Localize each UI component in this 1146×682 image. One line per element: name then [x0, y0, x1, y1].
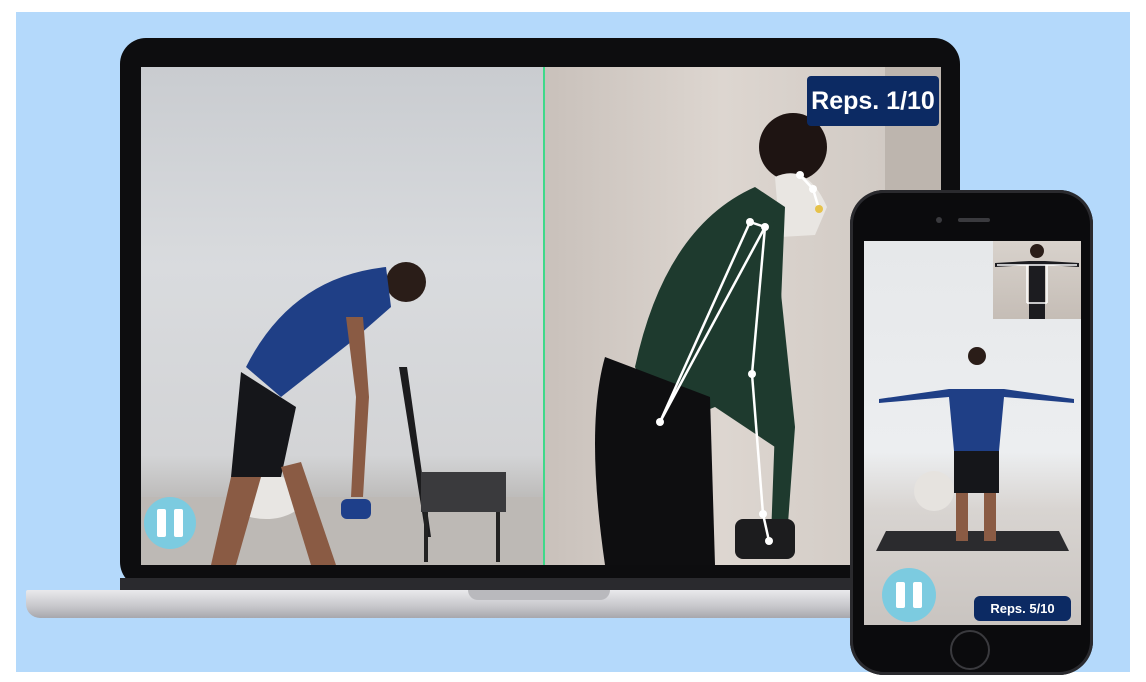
pause-icon: [157, 509, 166, 537]
trainer-figure: [141, 262, 543, 565]
laptop-screen: [141, 67, 941, 565]
laptop-notch: [468, 590, 610, 600]
pause-button-laptop[interactable]: [144, 497, 196, 549]
phone-speaker: [958, 218, 990, 222]
phone-user-pip: [993, 241, 1081, 319]
reps-counter-phone: Reps. 5/10: [974, 596, 1071, 621]
trainer-video: [141, 67, 543, 565]
pause-icon: [913, 582, 922, 608]
laptop-hinge: [120, 578, 920, 590]
phone-camera: [936, 217, 942, 223]
pip-user-figure: [995, 244, 1079, 319]
phone-home-button[interactable]: [950, 630, 990, 670]
pause-button-phone[interactable]: [882, 568, 936, 622]
reps-counter-laptop: Reps. 1/10: [807, 76, 939, 126]
pause-icon: [896, 582, 905, 608]
pause-icon: [174, 509, 183, 537]
